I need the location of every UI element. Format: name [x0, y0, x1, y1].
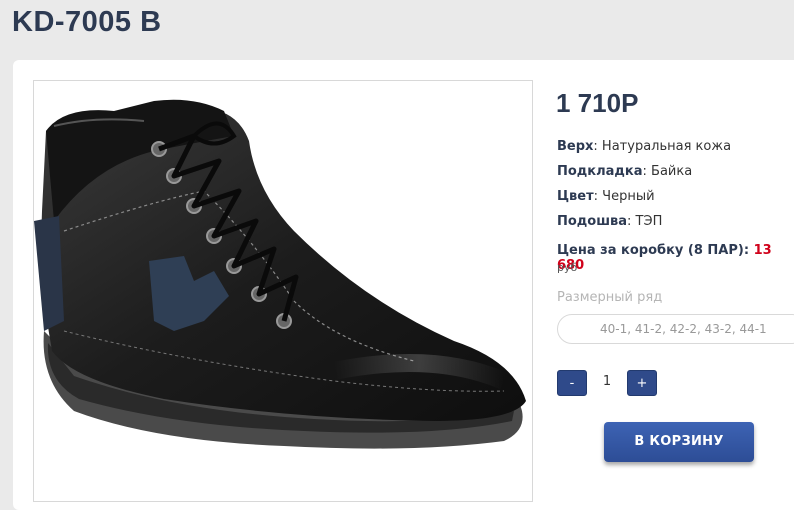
spec-value: : Черный: [593, 189, 655, 204]
spec-value: : ТЭП: [627, 214, 663, 229]
spec-value: : Натуральная кожа: [593, 139, 732, 154]
spec-upper: Верх: Натуральная кожа: [557, 139, 731, 154]
spec-label: Верх: [557, 139, 594, 154]
spec-value: : Байка: [642, 164, 693, 179]
spec-label: Подошва: [557, 214, 628, 229]
boot-image: [34, 99, 526, 449]
box-price: Цена за коробку (8 ПАР): 13 680: [557, 243, 794, 273]
sizes-label: Размерный ряд: [557, 290, 663, 305]
spec-label: Цвет: [557, 189, 594, 204]
box-price-currency: руб: [557, 261, 578, 274]
quantity-minus-button[interactable]: -: [557, 370, 587, 396]
product-price: 1 710Р: [556, 88, 639, 118]
spec-label: Подкладка: [557, 164, 643, 179]
spec-lining: Подкладка: Байка: [557, 164, 692, 179]
spec-color: Цвет: Черный: [557, 189, 655, 204]
quantity-plus-button[interactable]: +: [627, 370, 657, 396]
box-price-label: Цена за коробку (8 ПАР):: [557, 243, 754, 258]
product-photo[interactable]: [33, 80, 533, 502]
quantity-value[interactable]: 1: [596, 374, 618, 389]
add-to-cart-button[interactable]: В КОРЗИНУ: [604, 422, 754, 462]
sizes-select[interactable]: 40-1, 41-2, 42-2, 43-2, 44-1: [557, 314, 794, 344]
product-title: KD-7005 B: [12, 6, 162, 38]
spec-sole: Подошва: ТЭП: [557, 214, 662, 229]
